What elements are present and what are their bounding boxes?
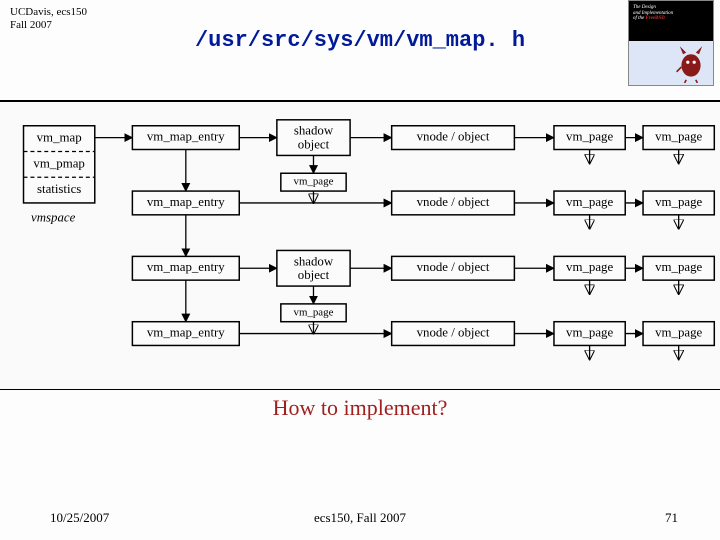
slide-title: /usr/src/sys/vm/vm_map. h (0, 28, 720, 53)
footer-mid: ecs150, Fall 2007 (0, 510, 720, 526)
svg-text:shadow: shadow (294, 254, 334, 268)
svg-text:object: object (298, 268, 330, 282)
svg-text:vnode / object: vnode / object (417, 195, 490, 209)
bsd-daemon-icon (675, 43, 707, 83)
svg-text:vnode / object: vnode / object (417, 130, 490, 144)
footer-page: 71 (665, 510, 678, 526)
svg-text:vm_map_entry: vm_map_entry (147, 130, 225, 144)
svg-text:vm_page: vm_page (294, 176, 334, 188)
book-cover: The Design and Implementation of the Fre… (628, 0, 714, 86)
col-vnode: vnode / object vnode / object vnode / ob… (392, 126, 515, 346)
svg-text:vm_page: vm_page (566, 130, 613, 144)
svg-text:vm_page: vm_page (655, 195, 702, 209)
svg-text:vm_page: vm_page (655, 326, 702, 340)
svg-text:vm_page: vm_page (566, 326, 613, 340)
vm-diagram: vm_map vm_pmap statistics vmspace vm_map… (0, 100, 720, 390)
book-title: The Design and Implementation of the Fre… (633, 5, 709, 22)
svg-text:vm_page: vm_page (566, 195, 613, 209)
svg-text:vm_page: vm_page (655, 260, 702, 274)
col-vmpage-right: vm_page vm_page vm_page vm_page vm_page … (554, 126, 714, 346)
svg-text:vm_page: vm_page (566, 260, 613, 274)
svg-text:vnode / object: vnode / object (417, 326, 490, 340)
vmspace-caption: vmspace (31, 211, 76, 225)
svg-text:vm_map_entry: vm_map_entry (147, 195, 225, 209)
svg-text:vm_page: vm_page (655, 130, 702, 144)
svg-text:vm_map_entry: vm_map_entry (147, 260, 225, 274)
svg-text:vnode / object: vnode / object (417, 260, 490, 274)
svg-text:vm_page: vm_page (294, 306, 334, 318)
subtitle: How to implement? (0, 395, 720, 421)
svg-text:shadow: shadow (294, 124, 334, 138)
svg-text:vm_map_entry: vm_map_entry (147, 326, 225, 340)
box-vm-map: vm_map (37, 131, 82, 145)
svg-text:object: object (298, 137, 330, 151)
course-code: UCDavis, ecs150 (10, 6, 87, 19)
box-statistics: statistics (37, 182, 81, 196)
box-vm-pmap: vm_pmap (33, 156, 84, 170)
h-arrows (95, 138, 643, 334)
